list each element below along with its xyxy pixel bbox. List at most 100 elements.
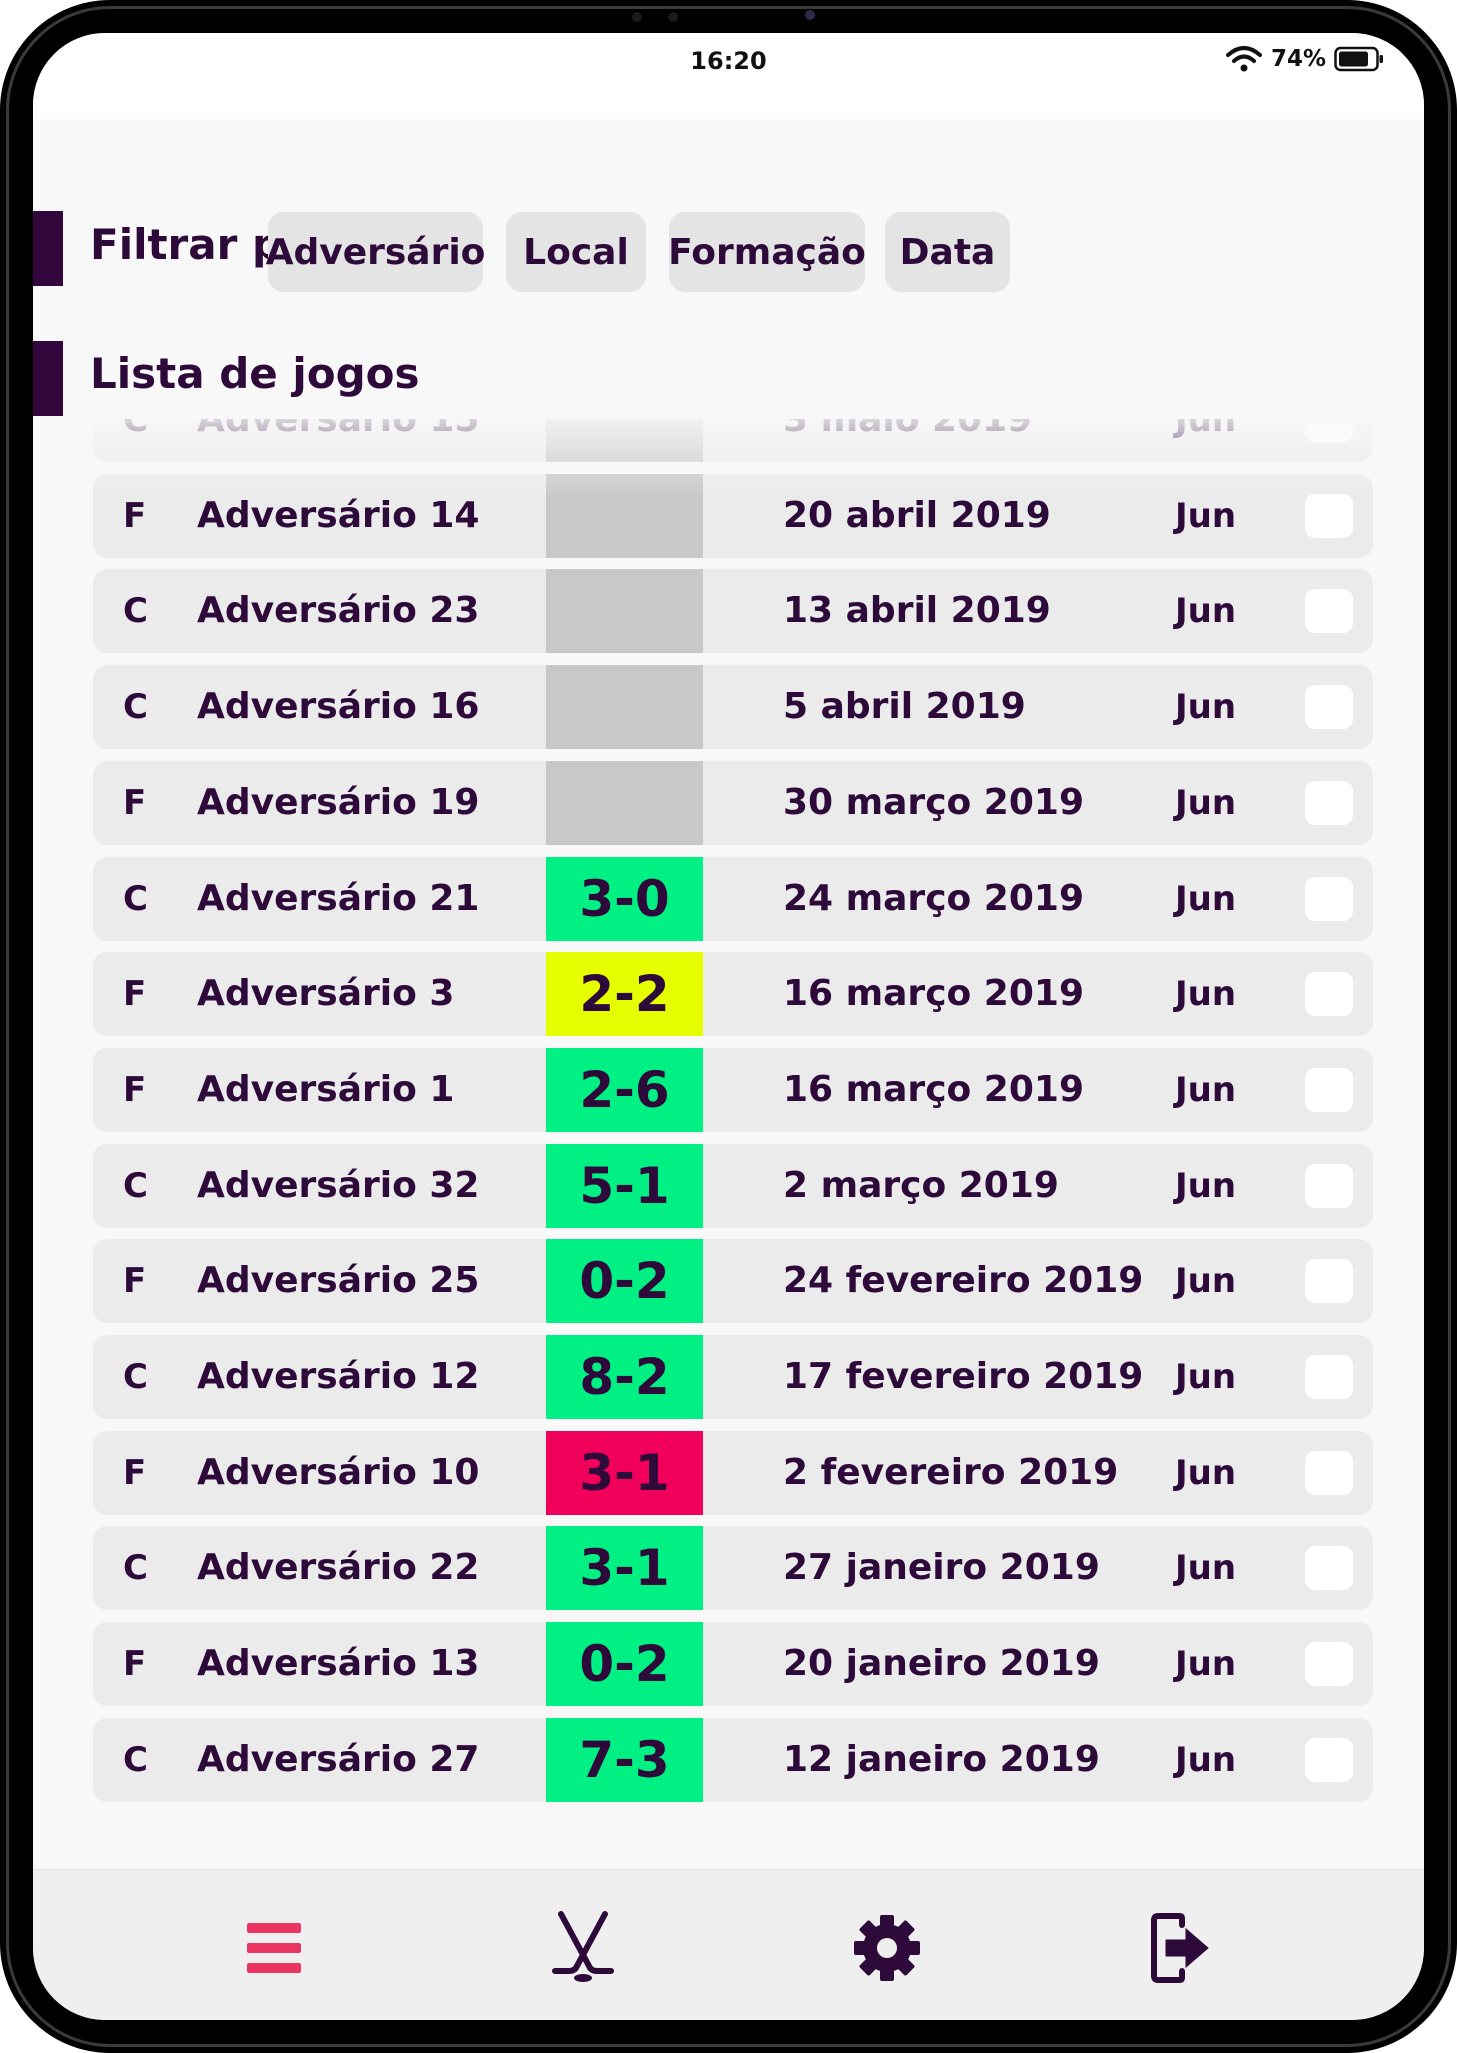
select-checkbox[interactable] (1305, 877, 1353, 921)
game-date: 13 abril 2019 (783, 590, 1051, 631)
opponent-name: Adversário 21 (197, 878, 480, 919)
screen: 16:20 74% Filtrar por Adversário Local F… (33, 33, 1424, 2020)
filter-button-location[interactable]: Local (506, 212, 646, 292)
game-row[interactable]: F Adversário 10 3-1 2 fevereiro 2019 Jun (93, 1431, 1373, 1515)
game-row[interactable]: F Adversário 1 2-6 16 março 2019 Jun (93, 1048, 1373, 1132)
opponent-name: Adversário 23 (197, 590, 480, 631)
game-row[interactable]: C Adversário 27 7-3 12 janeiro 2019 Jun (93, 1718, 1373, 1802)
status-indicators: 74% (1225, 45, 1384, 73)
select-checkbox[interactable] (1305, 419, 1353, 442)
opponent-name: Adversário 22 (197, 1547, 480, 1588)
team-level: Jun (1175, 1548, 1237, 1588)
select-checkbox[interactable] (1305, 1546, 1353, 1590)
game-row[interactable]: C Adversário 12 8-2 17 fevereiro 2019 Jun (93, 1335, 1373, 1419)
game-date: 17 fevereiro 2019 (783, 1356, 1144, 1397)
game-date: 27 janeiro 2019 (783, 1547, 1100, 1588)
game-row[interactable]: F Adversário 25 0-2 24 fevereiro 2019 Jun (93, 1239, 1373, 1323)
score-badge: 0-2 (546, 1622, 703, 1706)
team-level: Jun (1175, 1070, 1237, 1110)
opponent-name: Adversário 10 (197, 1452, 480, 1493)
game-date: 20 janeiro 2019 (783, 1643, 1100, 1684)
score-badge (546, 474, 703, 558)
game-type: F (123, 1453, 147, 1493)
team-level: Jun (1175, 783, 1237, 823)
team-level: Jun (1175, 687, 1237, 727)
game-date: 30 março 2019 (783, 782, 1084, 823)
opponent-name: Adversário 27 (197, 1739, 480, 1780)
team-level: Jun (1175, 1740, 1237, 1780)
select-checkbox[interactable] (1305, 1068, 1353, 1112)
game-date: 5 abril 2019 (783, 686, 1026, 727)
opponent-name: Adversário 14 (197, 495, 480, 536)
game-type: C (123, 591, 148, 631)
select-checkbox[interactable] (1305, 685, 1353, 729)
team-level: Jun (1175, 974, 1237, 1014)
game-date: 24 março 2019 (783, 878, 1084, 919)
select-checkbox[interactable] (1305, 972, 1353, 1016)
select-checkbox[interactable] (1305, 494, 1353, 538)
game-type: F (123, 783, 147, 823)
score-badge: 8-2 (546, 1335, 703, 1419)
opponent-name: Adversário 15 (197, 419, 480, 440)
tab-bar (33, 1869, 1424, 2020)
game-type: C (123, 1357, 148, 1397)
game-row[interactable]: C Adversário 16 5 abril 2019 Jun (93, 665, 1373, 749)
game-row[interactable]: C Adversário 21 3-0 24 março 2019 Jun (93, 857, 1373, 941)
gear-icon (854, 1915, 920, 1981)
filter-button-date[interactable]: Data (885, 212, 1010, 292)
select-checkbox[interactable] (1305, 1164, 1353, 1208)
filter-button-formation[interactable]: Formação (668, 212, 866, 292)
tab-logout[interactable] (1142, 1908, 1222, 1988)
select-checkbox[interactable] (1305, 781, 1353, 825)
select-checkbox[interactable] (1305, 1259, 1353, 1303)
opponent-name: Adversário 3 (197, 973, 455, 1014)
tab-games-list[interactable] (234, 1908, 314, 1988)
menu-icon (247, 1923, 301, 1973)
status-time: 16:20 (690, 47, 767, 75)
battery-icon (1334, 46, 1383, 72)
game-type: C (123, 419, 148, 440)
game-row[interactable]: F Adversário 13 0-2 20 janeiro 2019 Jun (93, 1622, 1373, 1706)
tablet-frame: 16:20 74% Filtrar por Adversário Local F… (0, 0, 1457, 2053)
opponent-name: Adversário 13 (197, 1643, 480, 1684)
game-type: F (123, 1644, 147, 1684)
game-date: 20 abril 2019 (783, 495, 1051, 536)
game-row[interactable]: C Adversário 15 3 maio 2019 Jun (93, 419, 1373, 462)
games-list[interactable]: C Adversário 15 3 maio 2019 Jun F Adversário … (33, 419, 1424, 1901)
team-level: Jun (1175, 1453, 1237, 1493)
score-badge: 2-2 (546, 952, 703, 1036)
select-checkbox[interactable] (1305, 1355, 1353, 1399)
select-checkbox[interactable] (1305, 589, 1353, 633)
tab-matches[interactable] (543, 1908, 623, 1988)
game-type: C (123, 879, 148, 919)
opponent-name: Adversário 25 (197, 1260, 480, 1301)
opponent-name: Adversário 16 (197, 686, 480, 727)
game-row[interactable]: F Adversário 3 2-2 16 março 2019 Jun (93, 952, 1373, 1036)
select-checkbox[interactable] (1305, 1738, 1353, 1782)
team-level: Jun (1175, 1261, 1237, 1301)
score-badge: 0-2 (546, 1239, 703, 1323)
battery-percentage: 74% (1270, 46, 1326, 72)
sensor-dot (632, 12, 642, 22)
score-badge: 7-3 (546, 1718, 703, 1802)
game-row[interactable]: C Adversário 22 3-1 27 janeiro 2019 Jun (93, 1526, 1373, 1610)
game-row[interactable]: F Adversário 14 20 abril 2019 Jun (93, 474, 1373, 558)
game-row[interactable]: C Adversário 23 13 abril 2019 Jun (93, 569, 1373, 653)
score-badge: 3-1 (546, 1431, 703, 1515)
opponent-name: Adversário 32 (197, 1165, 480, 1206)
front-camera (805, 10, 815, 20)
status-bar: 16:20 74% (33, 33, 1424, 119)
game-date: 16 março 2019 (783, 1069, 1084, 1110)
score-badge: 3-0 (546, 857, 703, 941)
game-row[interactable]: C Adversário 32 5-1 2 março 2019 Jun (93, 1144, 1373, 1228)
list-title: Lista de jogos (90, 349, 420, 398)
wifi-icon (1225, 46, 1262, 72)
team-level: Jun (1175, 496, 1237, 536)
tab-settings[interactable] (847, 1908, 927, 1988)
game-row[interactable]: F Adversário 19 30 março 2019 Jun (93, 761, 1373, 845)
filter-button-opponent[interactable]: Adversário (266, 212, 485, 292)
select-checkbox[interactable] (1305, 1451, 1353, 1495)
score-badge: 5-1 (546, 1144, 703, 1228)
select-checkbox[interactable] (1305, 1642, 1353, 1686)
team-level: Jun (1175, 419, 1237, 440)
